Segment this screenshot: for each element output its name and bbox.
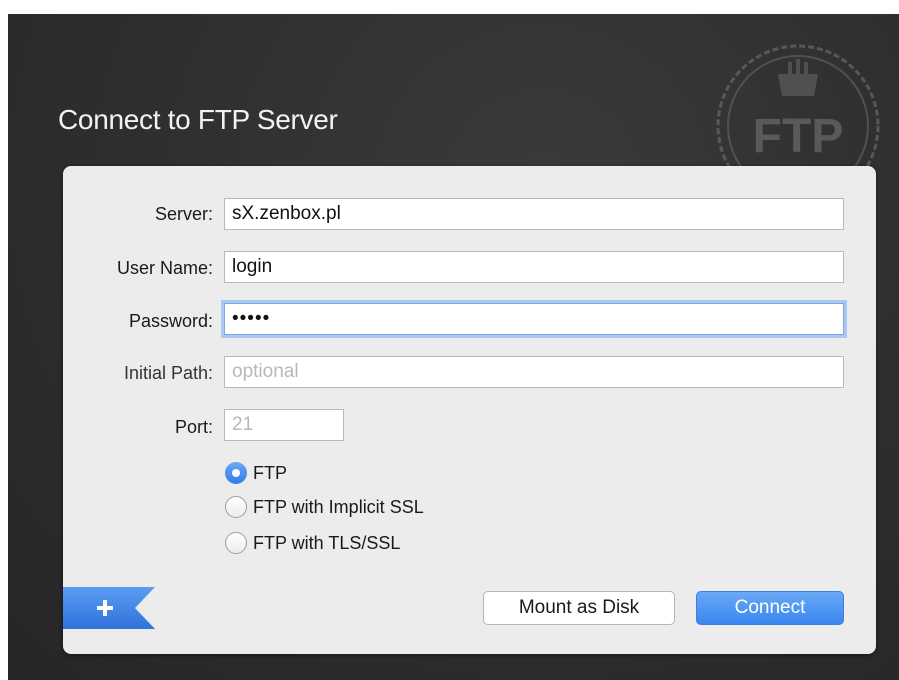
protocol-option-tls-ssl[interactable]: FTP with TLS/SSL [225, 532, 400, 554]
radio-selected-icon[interactable] [225, 462, 247, 484]
radio-unselected-icon[interactable] [225, 532, 247, 554]
port-label: Port: [174, 417, 213, 437]
connection-form-panel: Server: User Name: Password: Initial Pat… [63, 166, 876, 654]
mount-as-disk-button[interactable]: Mount as Disk [483, 591, 675, 625]
protocol-label: FTP with TLS/SSL [253, 532, 401, 553]
username-input[interactable] [224, 251, 844, 283]
password-input[interactable] [224, 303, 844, 335]
initial-path-label: Initial Path: [123, 363, 213, 383]
protocol-label: FTP [253, 462, 287, 483]
server-label: Server: [154, 204, 213, 224]
username-label: User Name: [116, 258, 213, 278]
initial-path-input[interactable] [224, 356, 844, 388]
add-bookmark-ribbon[interactable] [63, 587, 158, 629]
radio-unselected-icon[interactable] [225, 496, 247, 518]
password-label: Password: [128, 311, 213, 331]
stamp-logo-text: FTP [753, 110, 844, 163]
ftp-dialog-window: Connect to FTP Server FTP Server: User N… [8, 14, 899, 680]
protocol-option-ftp[interactable]: FTP [225, 462, 287, 484]
dialog-title: Connect to FTP Server [58, 104, 338, 135]
server-input[interactable] [224, 198, 844, 230]
connect-button[interactable]: Connect [696, 591, 844, 625]
protocol-label: FTP with Implicit SSL [253, 496, 424, 517]
port-input[interactable] [224, 409, 344, 441]
protocol-option-implicit-ssl[interactable]: FTP with Implicit SSL [225, 496, 424, 518]
